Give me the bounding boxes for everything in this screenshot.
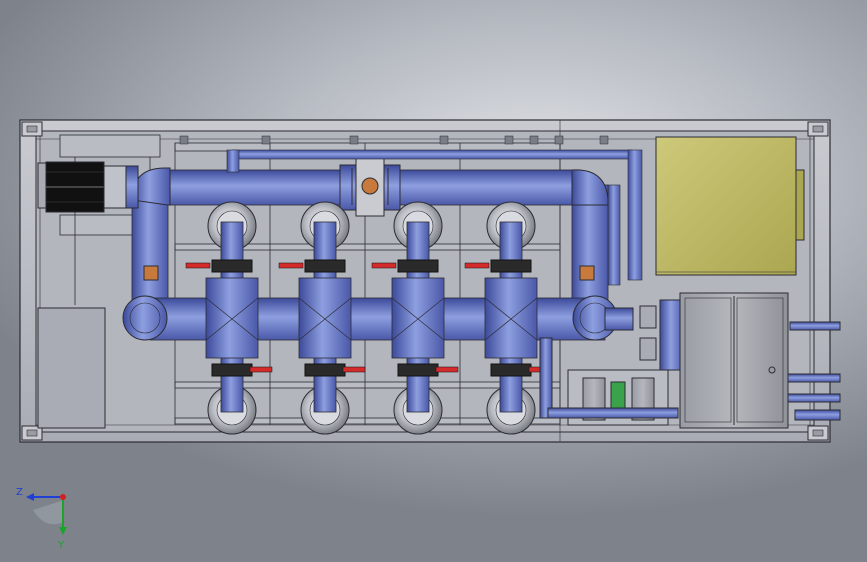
cross-fitting bbox=[205, 277, 259, 359]
upper-valve-body bbox=[490, 259, 532, 273]
lower-valve-body bbox=[304, 363, 346, 377]
lower-valve-handle bbox=[435, 366, 459, 373]
upper-valve-handle bbox=[371, 262, 397, 269]
z-axis-arrowhead bbox=[26, 493, 34, 501]
upper-valve-handle bbox=[278, 262, 304, 269]
left-riser bbox=[125, 165, 171, 301]
control-cabinet bbox=[37, 307, 106, 429]
right-riser bbox=[571, 169, 609, 301]
cross-fitting bbox=[298, 277, 352, 359]
y-axis-arrowhead bbox=[59, 527, 67, 535]
lower-valve-handle bbox=[342, 366, 366, 373]
cad-drawing[interactable]: Z Y bbox=[0, 0, 867, 562]
cross-fitting bbox=[391, 277, 445, 359]
cad-viewport[interactable]: Z Y bbox=[0, 0, 867, 562]
upper-valve-body bbox=[211, 259, 253, 273]
electrical-box bbox=[679, 292, 789, 429]
triad-z-label: Z bbox=[16, 487, 23, 498]
triad-y-label: Y bbox=[57, 540, 65, 551]
lower-valve-handle bbox=[249, 366, 273, 373]
upper-valve-body bbox=[397, 259, 439, 273]
blower-unit bbox=[37, 161, 131, 213]
upper-valve-handle bbox=[185, 262, 211, 269]
pressure-gauge-right bbox=[579, 265, 595, 281]
lower-valve-body bbox=[211, 363, 253, 377]
main-manifold bbox=[122, 295, 634, 341]
coordinate-triad: Z Y bbox=[16, 487, 67, 551]
upper-valve-body bbox=[304, 259, 346, 273]
control-panel bbox=[655, 136, 805, 276]
cross-fitting bbox=[484, 277, 538, 359]
x-axis-dot bbox=[60, 494, 66, 500]
lower-valve-body bbox=[397, 363, 439, 377]
pressure-gauge-left bbox=[143, 265, 159, 281]
lower-valve-body bbox=[490, 363, 532, 377]
upper-valve-handle bbox=[464, 262, 490, 269]
